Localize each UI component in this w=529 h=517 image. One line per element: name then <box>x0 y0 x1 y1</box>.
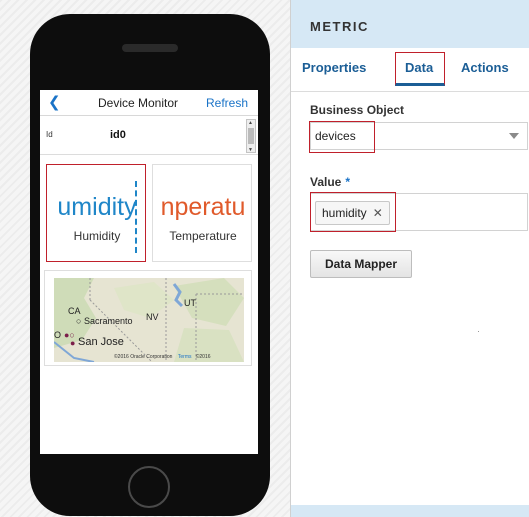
refresh-button[interactable]: Refresh <box>206 96 248 110</box>
phone-preview: ❮ Device Monitor Refresh Id id0 ▲ ▼ umid… <box>30 14 270 516</box>
business-object-value: devices <box>315 129 356 143</box>
tab-properties[interactable]: Properties <box>302 60 366 75</box>
field-scrollbar[interactable]: ▲ ▼ <box>246 119 256 153</box>
metric-label-temperature: Temperature <box>169 229 237 243</box>
metric-card-humidity[interactable]: umidity Humidity <box>46 164 146 262</box>
id-value: id0 <box>110 129 126 141</box>
metric-value-temperature: nperatu <box>160 193 246 221</box>
map-copyright-year: ©2016 <box>195 354 211 360</box>
map-label-ca: CA <box>68 306 81 316</box>
properties-panel: METRIC Properties Data Actions Business … <box>290 0 529 517</box>
chevron-down-icon[interactable] <box>509 133 519 139</box>
metric-label-humidity: Humidity <box>73 229 121 243</box>
scroll-up-icon[interactable]: ▲ <box>248 120 253 126</box>
value-label-text: Value <box>310 175 342 189</box>
tab-actions[interactable]: Actions <box>461 60 509 75</box>
metric-card-temperature[interactable]: nperatu Temperature <box>152 164 252 262</box>
app-title: Device Monitor <box>98 96 179 110</box>
map-label-ut: UT <box>184 298 196 308</box>
value-label: Value * <box>310 175 350 189</box>
map-marker-san-jose[interactable]: ● <box>70 338 75 348</box>
chevron-left-icon[interactable]: ❮ <box>48 95 61 111</box>
value-tag-input[interactable]: humidity ✕ <box>310 192 528 232</box>
map-attribution: ©2016 Oracle Corporation Terms ©2016 <box>114 354 211 360</box>
phone-screen: ❮ Device Monitor Refresh Id id0 ▲ ▼ umid… <box>40 90 258 454</box>
map-copyright: ©2016 Oracle Corporation <box>114 354 173 360</box>
map-label-sacramento: Sacramento <box>84 316 133 326</box>
close-icon[interactable]: ✕ <box>373 202 383 224</box>
panel-footer <box>291 505 529 517</box>
business-object-label: Business Object <box>310 103 405 117</box>
scroll-thumb[interactable] <box>248 128 254 144</box>
tab-data[interactable]: Data <box>405 60 433 75</box>
phone-home-button <box>128 466 170 508</box>
map-terms-link[interactable]: Terms <box>178 354 192 360</box>
business-object-select[interactable]: devices <box>309 121 528 153</box>
scroll-down-icon[interactable]: ▼ <box>248 147 253 153</box>
map-label-o: O <box>54 330 62 340</box>
phone-speaker <box>122 44 178 52</box>
panel-header: METRIC <box>291 0 529 48</box>
id-label: Id <box>46 130 53 139</box>
panel-tabs: Properties Data Actions <box>291 48 529 92</box>
map-marker-sacramento[interactable]: ○ <box>76 316 81 326</box>
map-card[interactable]: CA NV UT ○ Sacramento O ●○ ● San Jose ©2… <box>44 270 252 366</box>
value-tag-text: humidity <box>322 206 367 220</box>
required-mark: * <box>345 175 351 189</box>
stray-pixel <box>478 331 479 332</box>
data-mapper-button[interactable]: Data Mapper <box>310 250 412 278</box>
map-label-nv: NV <box>146 312 159 322</box>
id-field-row: Id id0 ▲ ▼ <box>40 117 258 155</box>
app-header: ❮ Device Monitor Refresh <box>40 90 258 116</box>
map-label-san-jose: San Jose <box>78 336 124 348</box>
map-canvas[interactable]: CA NV UT ○ Sacramento O ●○ ● San Jose ©2… <box>54 278 244 362</box>
value-tag-chip[interactable]: humidity ✕ <box>315 201 390 225</box>
metric-value-humidity: umidity <box>57 193 137 221</box>
panel-title: METRIC <box>310 19 369 34</box>
